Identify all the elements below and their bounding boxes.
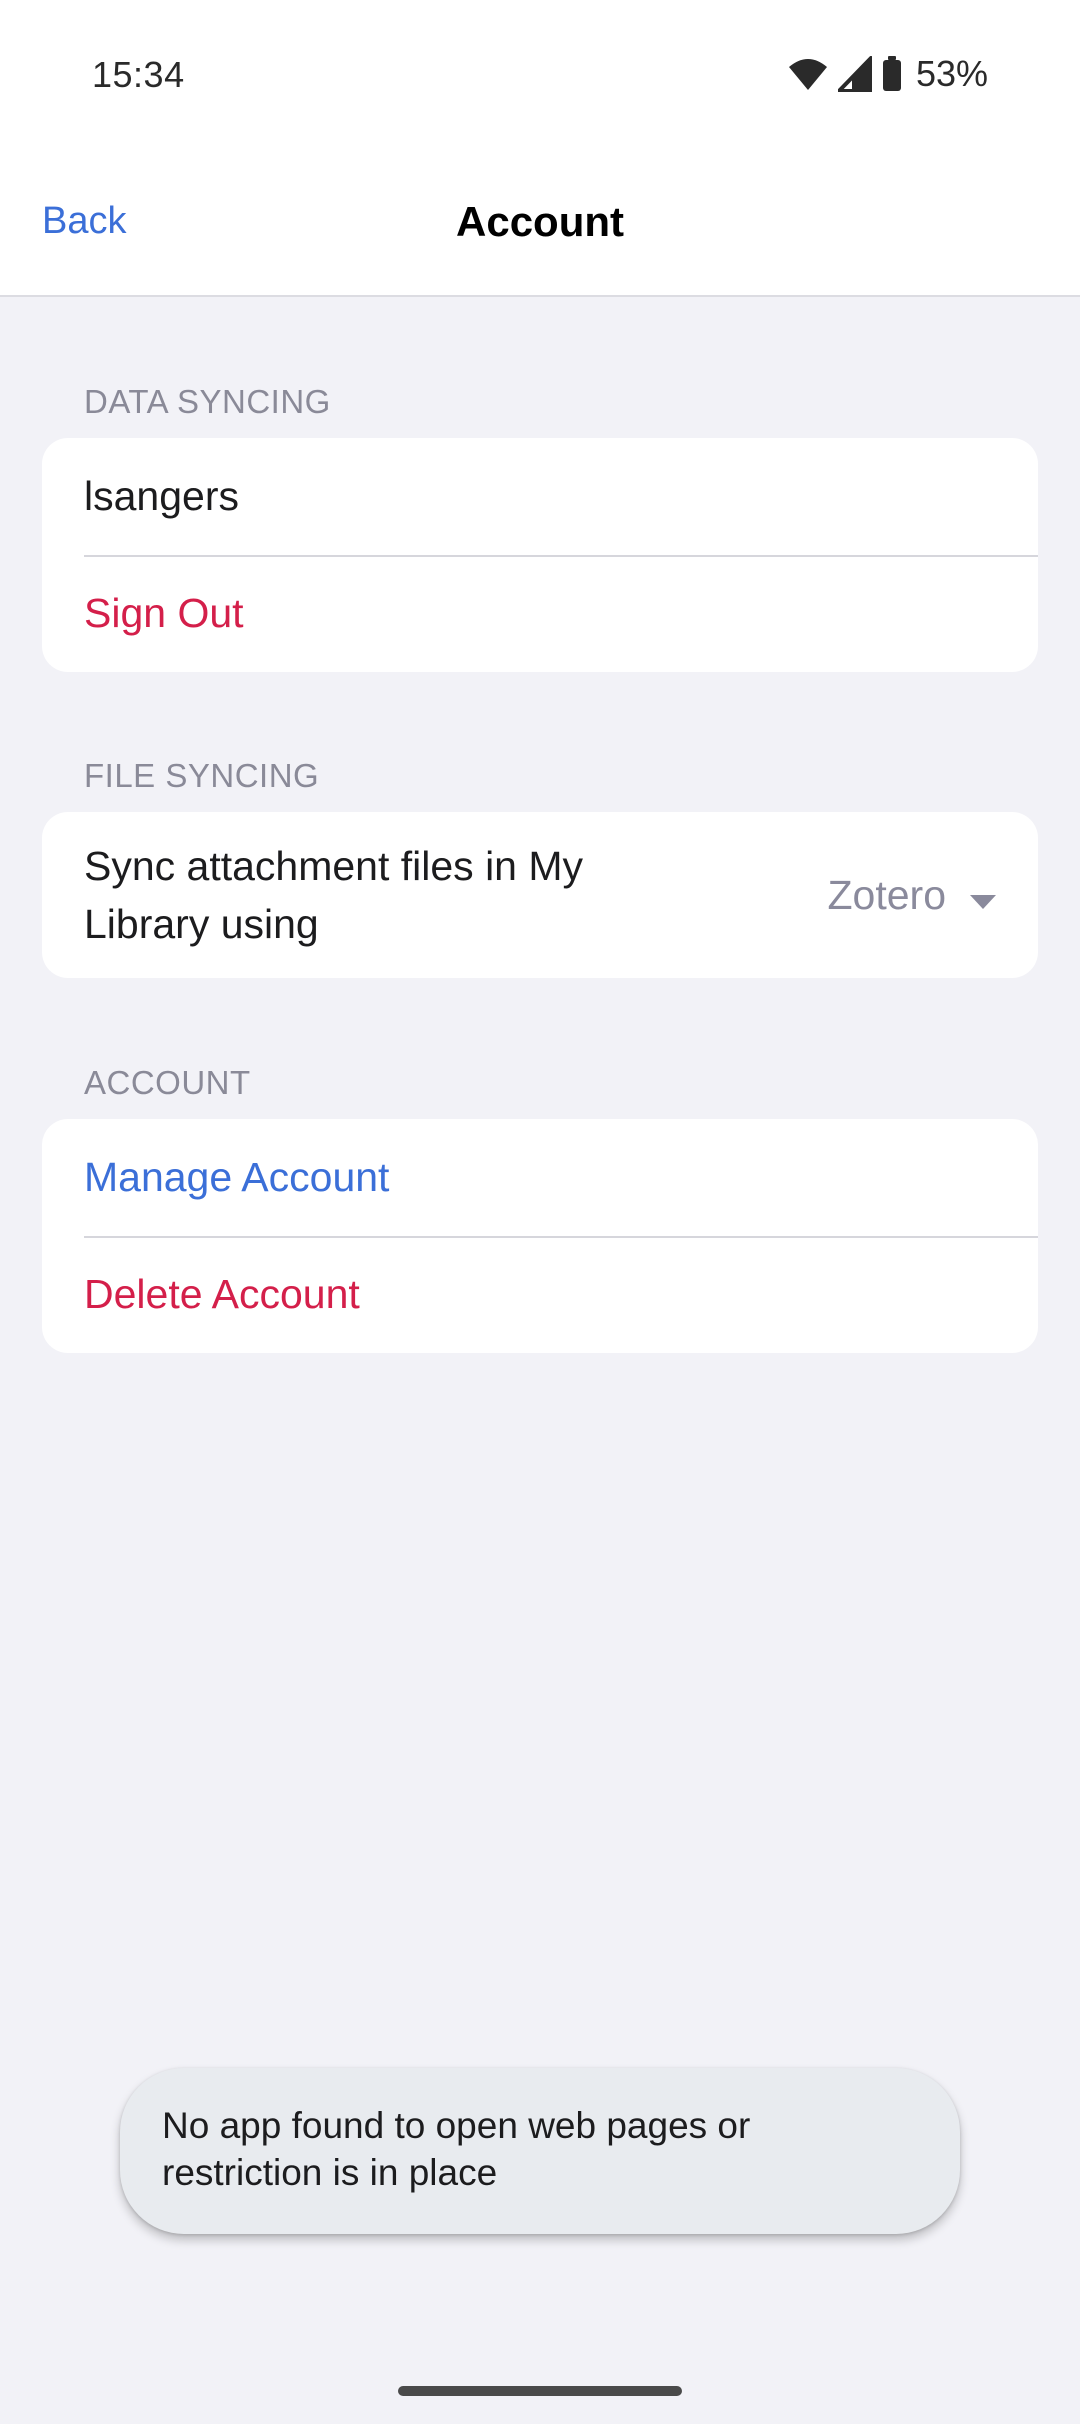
section-header-account: ACCOUNT: [84, 1064, 251, 1101]
battery-icon: [882, 56, 902, 92]
sync-attachments-label: Sync attachment files in My Library usin…: [84, 843, 584, 947]
dropdown-arrow-icon: [970, 872, 996, 919]
sign-out-button[interactable]: Sign Out: [42, 555, 1038, 672]
page-title: Account: [456, 198, 624, 245]
battery-percent: 53%: [915, 53, 988, 94]
delete-account-button[interactable]: Delete Account: [42, 1236, 1038, 1353]
status-icons: 53%: [788, 52, 988, 96]
status-time: 15:34: [92, 54, 185, 95]
sync-attachments-row[interactable]: Sync attachment files in My Library usin…: [42, 812, 1038, 978]
toast-message: No app found to open web pages or restri…: [120, 2068, 960, 2234]
section-header-file-syncing: FILE SYNCING: [84, 757, 320, 794]
status-bar: 15:34 53%: [0, 0, 1080, 150]
navigation-bar: Back Account: [0, 150, 1080, 297]
username-row[interactable]: lsangers: [42, 438, 1038, 555]
data-syncing-card: lsangers Sign Out: [42, 438, 1038, 672]
sync-method-value: Zotero: [827, 871, 947, 918]
manage-account-button[interactable]: Manage Account: [42, 1119, 1038, 1236]
section-header-data-syncing: DATA SYNCING: [84, 383, 331, 420]
sync-method-dropdown[interactable]: Zotero: [827, 871, 996, 919]
wifi-icon: [788, 57, 828, 91]
cell-signal-icon: [837, 56, 872, 92]
file-syncing-card: Sync attachment files in My Library usin…: [42, 812, 1038, 978]
account-card: Manage Account Delete Account: [42, 1119, 1038, 1353]
home-indicator[interactable]: [398, 2386, 682, 2396]
